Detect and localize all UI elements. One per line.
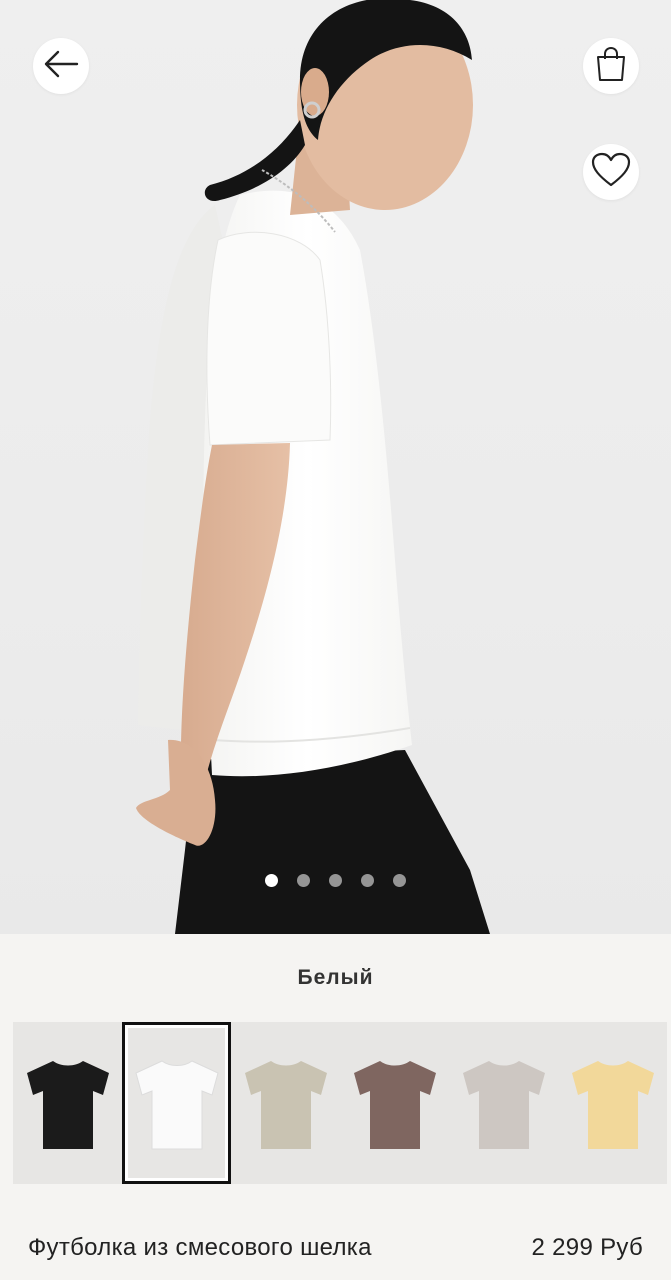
product-price: 2 299 Руб (531, 1234, 643, 1261)
product-name: Футболка из смесового шелка (28, 1234, 372, 1261)
shopping-bag-button[interactable] (583, 38, 639, 94)
tshirt-image (26, 1061, 109, 1149)
swatch-yellow[interactable] (558, 1022, 667, 1184)
swatch-black[interactable] (13, 1022, 122, 1184)
tshirt-image (571, 1061, 654, 1149)
product-photo-carousel[interactable] (0, 0, 671, 934)
arrow-left-icon (43, 50, 79, 83)
back-button[interactable] (33, 38, 89, 94)
carousel-dot[interactable] (361, 874, 374, 887)
carousel-indicator (0, 874, 671, 888)
carousel-dot[interactable] (393, 874, 406, 887)
heart-icon (591, 152, 631, 193)
swatch-light-grey[interactable] (449, 1022, 558, 1184)
product-photo (136, 0, 490, 934)
color-swatches (13, 1022, 671, 1184)
tshirt-image (353, 1061, 436, 1149)
tshirt-image (462, 1061, 545, 1149)
shopping-bag-icon (595, 46, 627, 87)
carousel-dot[interactable] (265, 874, 278, 887)
carousel-dot[interactable] (329, 874, 342, 887)
swatch-brown[interactable] (340, 1022, 449, 1184)
selected-color-name: Белый (297, 966, 374, 989)
carousel-dot[interactable] (297, 874, 310, 887)
favorite-button[interactable] (583, 144, 639, 200)
tshirt-image (244, 1061, 327, 1149)
swatch-beige[interactable] (231, 1022, 340, 1184)
tshirt-image (134, 1060, 219, 1150)
swatch-white[interactable] (122, 1022, 231, 1184)
